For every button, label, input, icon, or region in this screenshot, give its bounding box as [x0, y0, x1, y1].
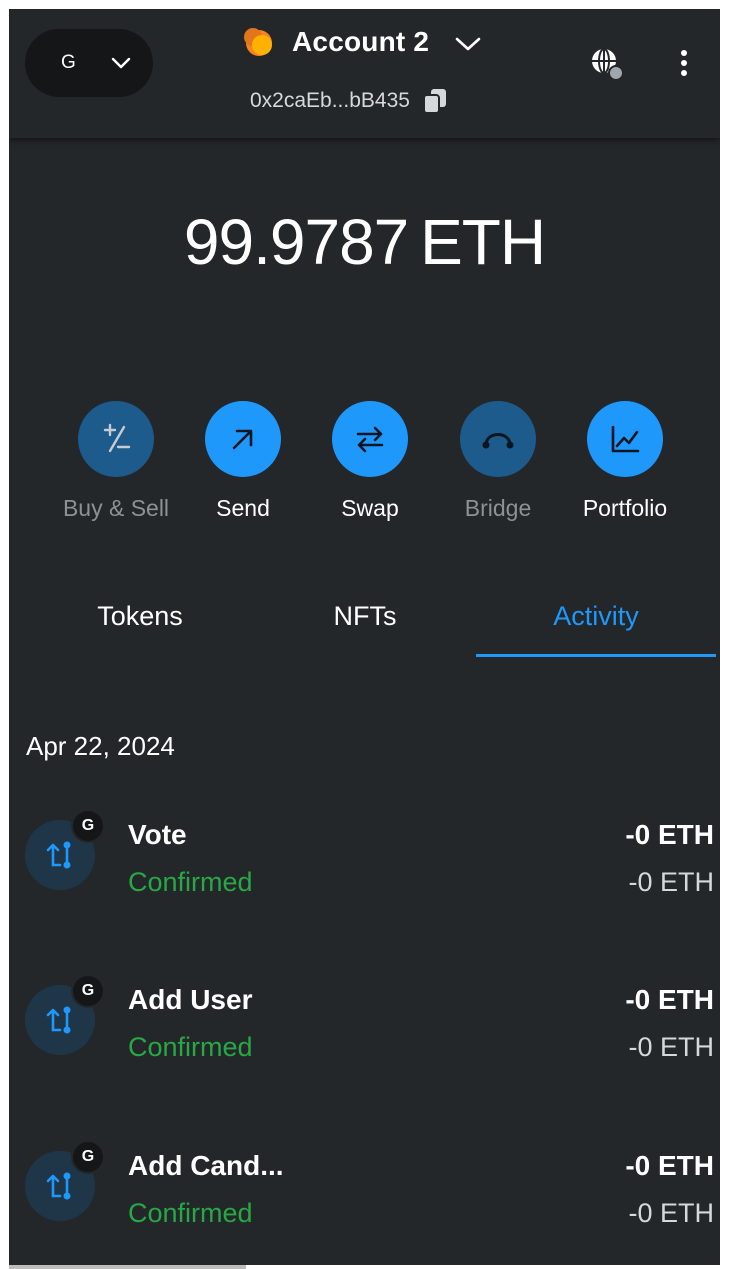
portfolio-button[interactable]: Portfolio	[560, 401, 690, 522]
portfolio-circle	[587, 401, 663, 477]
transaction-amount: -0 ETH	[625, 1150, 714, 1181]
swap-circle	[332, 401, 408, 477]
network-badge: G	[71, 974, 105, 1008]
transaction-status: Confirmed	[128, 1032, 253, 1062]
chevron-down-icon	[455, 37, 481, 51]
network-letter: G	[61, 52, 76, 73]
chart-icon	[611, 425, 640, 453]
send-button[interactable]: Send	[178, 401, 308, 522]
more-options-icon[interactable]	[679, 49, 689, 77]
account-address: 0x2caEb...bB435	[250, 89, 410, 112]
transaction-secondary-amount: -0 ETH	[628, 867, 714, 897]
tab-nfts[interactable]: NFTs	[254, 601, 476, 632]
contract-interaction-icon	[46, 1172, 71, 1200]
transaction-secondary-amount: -0 ETH	[628, 1198, 714, 1228]
plus-minus-icon	[103, 423, 131, 453]
bridge-circle	[460, 401, 536, 477]
tab-activity[interactable]: Activity	[476, 601, 716, 632]
balance-display: 99.9787 ETH	[9, 205, 720, 279]
transaction-secondary-amount: -0 ETH	[628, 1032, 714, 1062]
swap-label: Swap	[341, 495, 399, 521]
tab-tokens[interactable]: Tokens	[29, 601, 251, 632]
buy-sell-button[interactable]: Buy & Sell	[51, 401, 181, 522]
transaction-amount: -0 ETH	[625, 984, 714, 1015]
send-circle	[205, 401, 281, 477]
bridge-icon	[482, 433, 514, 449]
account-avatar-icon	[244, 28, 272, 56]
transaction-title: Add Cand...	[128, 1150, 284, 1181]
buy-sell-circle	[78, 401, 154, 477]
activity-list-item[interactable]: G Add Cand... Confirmed -0 ETH -0 ETH	[9, 1140, 720, 1248]
balance-amount: 99.9787	[183, 206, 409, 278]
send-label: Send	[216, 495, 270, 521]
connected-sites-globe-icon[interactable]	[588, 45, 626, 83]
wallet-panel: G Account 2 0x2caEb...bB435 99.9787 ETH …	[9, 9, 720, 1265]
balance-unit: ETH	[420, 206, 546, 278]
network-picker-button[interactable]: G	[25, 29, 153, 97]
portfolio-label: Portfolio	[582, 495, 668, 521]
asset-tabs: Tokens NFTs Activity	[9, 587, 720, 659]
arrow-up-right-icon	[232, 429, 253, 450]
swap-button[interactable]: Swap	[305, 401, 435, 522]
transaction-status: Confirmed	[128, 867, 253, 897]
wallet-header: G Account 2 0x2caEb...bB435	[9, 9, 720, 138]
transaction-title: Add User	[128, 984, 253, 1015]
contract-interaction-icon	[46, 841, 71, 869]
network-badge: G	[71, 1140, 105, 1174]
transaction-title: Vote	[128, 819, 187, 850]
buy-sell-label: Buy & Sell	[62, 495, 170, 521]
activity-date-header: Apr 22, 2024	[26, 731, 175, 761]
network-badge: G	[71, 809, 105, 843]
copy-icon	[422, 89, 446, 114]
account-picker-button[interactable]: Account 2	[242, 23, 481, 61]
activity-list-item[interactable]: G Vote Confirmed -0 ETH -0 ETH	[9, 809, 720, 917]
activity-list-item[interactable]: G Add User Confirmed -0 ETH -0 ETH	[9, 974, 720, 1082]
account-name: Account 2	[292, 26, 430, 57]
transaction-status: Confirmed	[128, 1198, 253, 1228]
active-tab-indicator	[476, 654, 716, 657]
chevron-down-icon	[111, 57, 131, 69]
bridge-button[interactable]: Bridge	[433, 401, 563, 522]
account-address-copy-button[interactable]: 0x2caEb...bB435	[250, 87, 448, 115]
contract-interaction-icon	[46, 1006, 71, 1034]
horizontal-scrollbar[interactable]	[9, 1265, 246, 1269]
swap-arrows-icon	[356, 426, 384, 453]
bridge-label: Bridge	[464, 495, 532, 521]
transaction-amount: -0 ETH	[625, 819, 714, 850]
